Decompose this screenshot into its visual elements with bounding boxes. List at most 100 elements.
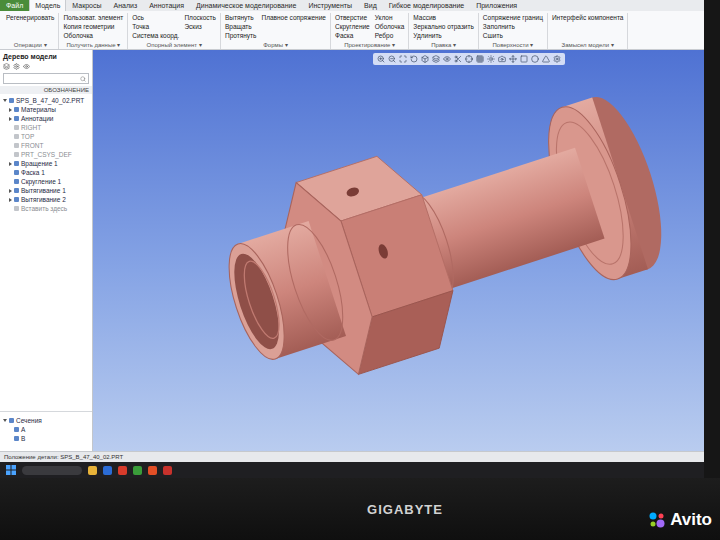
ribbon-button[interactable]: Протянуть: [225, 31, 256, 40]
view-tool-icon[interactable]: [531, 55, 539, 63]
ribbon-tab[interactable]: Приложения: [470, 0, 523, 11]
ribbon-button[interactable]: Интерфейс компонента: [552, 13, 624, 22]
column-header[interactable]: ОБОЗНАЧЕНИЕ: [0, 86, 92, 94]
ribbon-button[interactable]: Уклон: [375, 13, 405, 22]
tree-filter-field[interactable]: [3, 73, 89, 84]
taskbar-app-icon[interactable]: [163, 466, 172, 475]
tree-item[interactable]: TOP: [0, 132, 92, 141]
ribbon-button[interactable]: Сопряжение границ: [483, 13, 543, 22]
view-tool-icon[interactable]: [377, 55, 385, 63]
ribbon-button[interactable]: Массив: [413, 13, 474, 22]
ribbon-button[interactable]: Плавное сопряжение: [261, 13, 325, 22]
ribbon-group-label[interactable]: Поверхности ▾: [483, 40, 543, 49]
view-tool-icon[interactable]: [410, 55, 418, 63]
view-tool-icon[interactable]: [498, 55, 506, 63]
ribbon-button[interactable]: Удлинить: [413, 31, 474, 40]
tree-item[interactable]: Фаска 1: [0, 168, 92, 177]
ribbon-button[interactable]: Оболочка: [63, 31, 123, 40]
expand-arrow-icon[interactable]: [9, 198, 12, 202]
view-tool-icon[interactable]: [454, 55, 462, 63]
ribbon-group-label[interactable]: Формы ▾: [225, 40, 326, 49]
view-tool-icon[interactable]: [399, 55, 407, 63]
ribbon-tab[interactable]: Модель: [29, 0, 66, 11]
view-tool-icon[interactable]: [421, 55, 429, 63]
expand-arrow-icon[interactable]: [9, 117, 12, 121]
ribbon-button[interactable]: Регенерировать: [6, 13, 54, 22]
tree-item[interactable]: Сечения: [0, 416, 92, 425]
expand-arrow-icon[interactable]: [9, 189, 12, 193]
view-tool-icon[interactable]: [476, 55, 484, 63]
tree-item[interactable]: RIGHT: [0, 123, 92, 132]
ribbon-button[interactable]: Система коорд.: [132, 31, 179, 40]
tree-item[interactable]: Скругление 1: [0, 177, 92, 186]
view-tool-icon[interactable]: [553, 55, 561, 63]
view-tool-icon[interactable]: [443, 55, 451, 63]
ribbon-tab[interactable]: Инструменты: [302, 0, 358, 11]
taskbar-app-icon[interactable]: [88, 466, 97, 475]
settings-icon[interactable]: [13, 63, 20, 70]
ribbon-group-label[interactable]: Опорный элемент ▾: [132, 40, 216, 49]
tree-item[interactable]: SPS_B_47_40_02.PRT: [0, 96, 92, 105]
tree-item[interactable]: Вытягивание 2: [0, 195, 92, 204]
ribbon-button[interactable]: Сшить: [483, 31, 543, 40]
tree-item[interactable]: Вращение 1: [0, 159, 92, 168]
view-tool-icon[interactable]: [542, 55, 550, 63]
taskbar-app-icon[interactable]: [118, 466, 127, 475]
ribbon-group-label[interactable]: Правка ▾: [413, 40, 474, 49]
tree-item[interactable]: B: [0, 434, 92, 443]
ribbon-group-label[interactable]: Проектирование ▾: [335, 40, 404, 49]
ribbon-button[interactable]: Зеркально отразить: [413, 22, 474, 31]
ribbon-group-label[interactable]: Замысел модели ▾: [552, 40, 624, 49]
ribbon-button[interactable]: Пользоват. элемент: [63, 13, 123, 22]
windows-logo-icon[interactable]: [6, 465, 16, 475]
ribbon-tab[interactable]: Анализ: [108, 0, 144, 11]
ribbon-tab[interactable]: Гибкое моделирование: [383, 0, 470, 11]
ribbon-group-label[interactable]: Операции ▾: [6, 40, 54, 49]
expand-arrow-icon[interactable]: [9, 162, 12, 166]
ribbon-tab[interactable]: Динамическое моделирование: [190, 0, 302, 11]
view-tool-icon[interactable]: [487, 55, 495, 63]
taskbar-app-icon[interactable]: [103, 466, 112, 475]
eye-icon[interactable]: [23, 63, 30, 70]
taskbar-search[interactable]: [22, 466, 82, 475]
ribbon-button[interactable]: Фаска: [335, 31, 370, 40]
view-tool-icon[interactable]: [465, 55, 473, 63]
tree-item[interactable]: FRONT: [0, 141, 92, 150]
ribbon-button[interactable]: Оболочка: [375, 22, 405, 31]
ribbon-tab[interactable]: Аннотация: [143, 0, 190, 11]
ribbon-button[interactable]: Вращать: [225, 22, 256, 31]
ribbon-button[interactable]: Заполнить: [483, 22, 543, 31]
ribbon-button[interactable]: Копия геометрии: [63, 22, 123, 31]
tree-item[interactable]: Вытягивание 1: [0, 186, 92, 195]
ribbon-button[interactable]: Ребро: [375, 31, 405, 40]
expand-arrow-icon[interactable]: [9, 108, 12, 112]
tree-item[interactable]: Вставить здесь: [0, 204, 92, 213]
view-tool-icon[interactable]: [432, 55, 440, 63]
tree-item[interactable]: A: [0, 425, 92, 434]
ribbon-button[interactable]: Точка: [132, 22, 179, 31]
tree-item[interactable]: PRT_CSYS_DEF: [0, 150, 92, 159]
view-tool-icon[interactable]: [388, 55, 396, 63]
ribbon-button[interactable]: Отверстие: [335, 13, 370, 22]
expand-arrow-icon[interactable]: [3, 419, 7, 422]
ribbon-button[interactable]: Вытянуть: [225, 13, 256, 22]
part-model[interactable]: [93, 65, 704, 451]
ribbon-button[interactable]: Плоскость: [184, 13, 216, 22]
ribbon-tab[interactable]: Вид: [358, 0, 383, 11]
view-tool-icon[interactable]: [509, 55, 517, 63]
taskbar-app-icon[interactable]: [148, 466, 157, 475]
graphics-viewport[interactable]: [93, 50, 704, 451]
ribbon-button[interactable]: Скругление: [335, 22, 370, 31]
expand-arrow-icon[interactable]: [3, 99, 7, 102]
ribbon-button[interactable]: Ось: [132, 13, 179, 22]
tree-item[interactable]: Аннотации: [0, 114, 92, 123]
file-tab[interactable]: Файл: [0, 0, 29, 11]
tree-item[interactable]: Материалы: [0, 105, 92, 114]
ribbon-tab[interactable]: Макросы: [66, 0, 107, 11]
taskbar-app-icon[interactable]: [133, 466, 142, 475]
layers-icon[interactable]: [3, 63, 10, 70]
brand-logo: GIGABYTE: [367, 502, 443, 517]
ribbon-group-label[interactable]: Получить данные ▾: [63, 40, 123, 49]
view-tool-icon[interactable]: [520, 55, 528, 63]
ribbon-button[interactable]: Эскиз: [184, 22, 216, 31]
